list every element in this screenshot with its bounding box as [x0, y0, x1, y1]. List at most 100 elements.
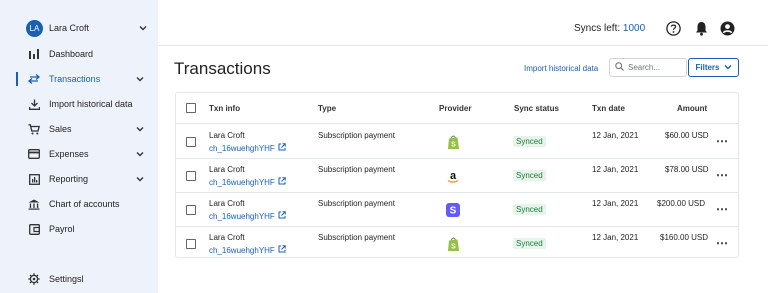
sidebar-item-label: Expenses [49, 149, 89, 159]
sidebar-item-transactions[interactable]: Transactions [0, 69, 158, 89]
status-badge: Synced [513, 204, 546, 215]
txn-name: Lara Croft [209, 233, 245, 242]
txn-id: ch_16wuehghYHF [209, 211, 275, 221]
column-header[interactable]: Type [318, 104, 336, 113]
sidebar-item-label: Dashboard [49, 49, 94, 59]
txn-date: 12 Jan, 2021 [592, 199, 639, 208]
txn-amount: $60.00 USD [665, 131, 709, 140]
txn-id: ch_16wuehghYHF [209, 245, 275, 255]
more-options-icon[interactable]: ⋯ [716, 168, 728, 182]
select-all-checkbox[interactable] [186, 103, 196, 113]
wallet-icon [27, 222, 41, 236]
column-header[interactable]: Txn info [209, 104, 240, 113]
search-input[interactable] [628, 63, 684, 72]
svg-text:S: S [451, 141, 456, 148]
sidebar-item-dashboard[interactable]: Dashboard [0, 44, 158, 64]
bell-icon[interactable] [693, 20, 709, 36]
column-header[interactable]: Txn date [592, 104, 625, 113]
cart-icon [27, 122, 41, 136]
txn-amount: $160.00 USD [660, 233, 709, 242]
sidebar-item-import[interactable]: Import historical data [0, 94, 158, 114]
row-checkbox[interactable] [186, 239, 196, 249]
status-badge: Synced [513, 170, 546, 181]
gear-icon [27, 272, 41, 286]
external-link-icon [278, 211, 286, 221]
sidebar-item-payrol[interactable]: Payrol [0, 219, 158, 239]
column-header[interactable]: Sync status [514, 104, 559, 113]
sidebar-item-label: Settingsl [49, 274, 84, 284]
txn-name: Lara Croft [209, 165, 245, 174]
help-icon[interactable] [665, 20, 681, 36]
swap-arrows-icon [27, 72, 41, 86]
account-icon[interactable] [719, 20, 735, 36]
status-badge: Synced [513, 238, 546, 249]
txn-id-link[interactable]: ch_16wuehghYHF [209, 177, 286, 187]
main-content: Syncs left: 1000 Transactions Import his… [158, 0, 768, 293]
sidebar-item-chart-of-accounts[interactable]: Chart of accounts [0, 194, 158, 214]
table-row[interactable]: Lara Croft ch_16wuehghYHF Subscription p… [176, 227, 738, 257]
sidebar-item-label: Sales [49, 124, 72, 134]
svg-text:S: S [450, 206, 457, 217]
chevron-down-icon [135, 76, 145, 82]
txn-amount: $78.00 USD [665, 165, 709, 174]
txn-name: Lara Croft [209, 199, 245, 208]
txn-type: Subscription payment [318, 199, 395, 208]
amazon-icon: a [446, 168, 460, 184]
chevron-down-icon [138, 25, 148, 31]
credit-card-icon [27, 147, 41, 161]
txn-amount: $200.00 USD [657, 199, 706, 208]
txn-id: ch_16wuehghYHF [209, 143, 275, 153]
sidebar-item-reporting[interactable]: Reporting [0, 169, 158, 189]
table-row[interactable]: Lara Croft ch_16wuehghYHF Subscription p… [176, 193, 738, 227]
chevron-down-icon [724, 63, 732, 72]
txn-date: 12 Jan, 2021 [592, 131, 639, 140]
syncs-count: 1000 [622, 23, 646, 34]
filters-label: Filters [695, 63, 720, 72]
sidebar-item-settings[interactable]: Settingsl [0, 269, 158, 289]
import-historical-data-link[interactable]: Import historical data [524, 64, 598, 73]
txn-id-link[interactable]: ch_16wuehghYHF [209, 245, 286, 255]
transactions-table: Txn info Type Provider Sync status Txn d… [175, 92, 739, 258]
syncs-left: Syncs left: 1000 [574, 23, 645, 34]
shopify-icon: S [446, 236, 460, 252]
column-header[interactable]: Amount [677, 104, 707, 113]
column-header[interactable]: Provider [439, 104, 471, 113]
txn-name: Lara Croft [209, 131, 245, 140]
download-icon [27, 97, 41, 111]
more-options-icon[interactable]: ⋯ [716, 236, 728, 250]
stripe-icon: S [446, 202, 460, 218]
external-link-icon [278, 143, 286, 153]
txn-id-link[interactable]: ch_16wuehghYHF [209, 143, 286, 153]
sidebar-item-label: Payrol [49, 224, 75, 234]
avatar: LA [26, 19, 43, 37]
table-header: Txn info Type Provider Sync status Txn d… [176, 93, 738, 124]
txn-type: Subscription payment [318, 165, 395, 174]
chevron-down-icon [135, 151, 145, 157]
more-options-icon[interactable]: ⋯ [716, 134, 728, 148]
txn-type: Subscription payment [318, 131, 395, 140]
svg-text:a: a [450, 170, 457, 182]
external-link-icon [278, 177, 286, 187]
more-options-icon[interactable]: ⋯ [716, 202, 728, 216]
row-checkbox[interactable] [186, 171, 196, 181]
user-menu[interactable]: LA Lara Croft [26, 19, 148, 37]
table-row[interactable]: Lara Croft ch_16wuehghYHF Subscription p… [176, 125, 738, 159]
sidebar-item-sales[interactable]: Sales [0, 119, 158, 139]
shopify-icon: S [446, 134, 460, 150]
search-icon [615, 62, 624, 73]
user-name: Lara Croft [49, 23, 90, 33]
top-bar: Syncs left: 1000 [158, 0, 768, 46]
table-row[interactable]: Lara Croft ch_16wuehghYHF Subscription p… [176, 159, 738, 193]
sidebar-item-label: Chart of accounts [49, 199, 120, 209]
sidebar-item-expenses[interactable]: Expenses [0, 144, 158, 164]
search-box[interactable] [609, 58, 687, 77]
page-title: Transactions [174, 59, 271, 78]
chevron-down-icon [135, 126, 145, 132]
row-checkbox[interactable] [186, 137, 196, 147]
row-checkbox[interactable] [186, 205, 196, 215]
report-icon [27, 172, 41, 186]
svg-text:S: S [451, 243, 456, 250]
txn-id-link[interactable]: ch_16wuehghYHF [209, 211, 286, 221]
filters-button[interactable]: Filters [688, 58, 739, 77]
bank-icon [27, 197, 41, 211]
